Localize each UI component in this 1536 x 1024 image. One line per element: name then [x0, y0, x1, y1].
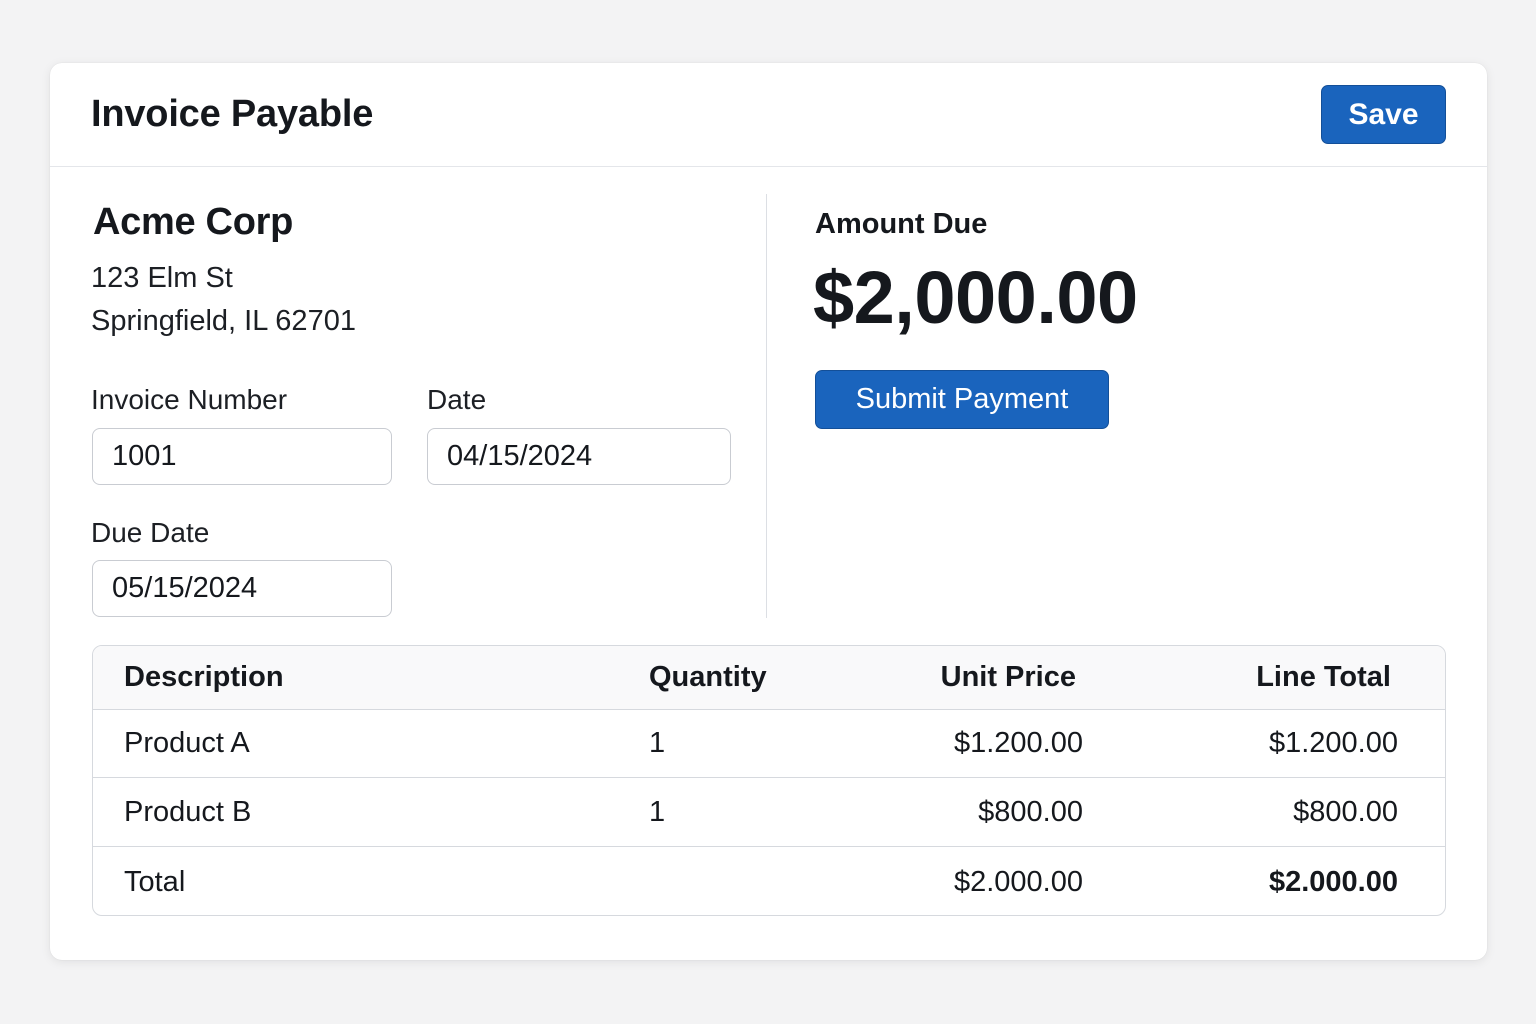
table-header-row: Description Quantity Unit Price Line Tot…	[93, 646, 1445, 710]
total-line-total: $2.000.00	[1268, 865, 1398, 898]
total-label: Total	[124, 865, 186, 898]
row-quantity: 1	[649, 727, 666, 759]
vendor-address-line1: 123 Elm St	[91, 262, 233, 294]
column-header-unit-price: Unit Price	[940, 661, 1076, 693]
invoice-card: Invoice Payable Save Acme Corp 123 Elm S…	[50, 63, 1487, 960]
page-title: Invoice Payable	[91, 93, 374, 135]
row-unit-price: $800.00	[978, 796, 1083, 828]
row-line-total: $800.00	[1293, 796, 1398, 828]
card-header: Invoice Payable Save	[50, 63, 1487, 167]
amount-due-label: Amount Due	[815, 208, 988, 240]
amount-due-value: $2,000.00	[813, 256, 1138, 339]
column-header-description: Description	[124, 661, 284, 693]
total-unit-price: $2.000.00	[953, 865, 1083, 898]
row-description: Product B	[124, 796, 252, 828]
due-date-input[interactable]	[92, 560, 392, 617]
date-input[interactable]	[427, 428, 731, 485]
date-label: Date	[427, 384, 487, 415]
save-button[interactable]: Save	[1321, 85, 1446, 144]
invoice-number-label: Invoice Number	[91, 384, 288, 415]
table-total-row: Total $2.000.00 $2.000.00	[93, 848, 1445, 915]
row-quantity: 1	[649, 796, 666, 828]
vendor-name: Acme Corp	[93, 201, 294, 243]
table-row: Product A 1 $1.200.00 $1.200.00	[93, 710, 1445, 778]
line-items-table: Description Quantity Unit Price Line Tot…	[92, 645, 1446, 916]
row-description: Product A	[124, 727, 250, 759]
row-unit-price: $1.200.00	[953, 727, 1083, 759]
column-header-line-total: Line Total	[1256, 661, 1391, 693]
invoice-number-input[interactable]	[92, 428, 392, 485]
submit-payment-button[interactable]: Submit Payment	[815, 370, 1109, 429]
due-date-label: Due Date	[91, 517, 210, 548]
row-line-total: $1.200.00	[1268, 727, 1398, 759]
section-divider	[766, 194, 767, 618]
column-header-quantity: Quantity	[649, 661, 767, 693]
table-row: Product B 1 $800.00 $800.00	[93, 779, 1445, 847]
vendor-address-line2: Springfield, IL 62701	[91, 305, 356, 337]
